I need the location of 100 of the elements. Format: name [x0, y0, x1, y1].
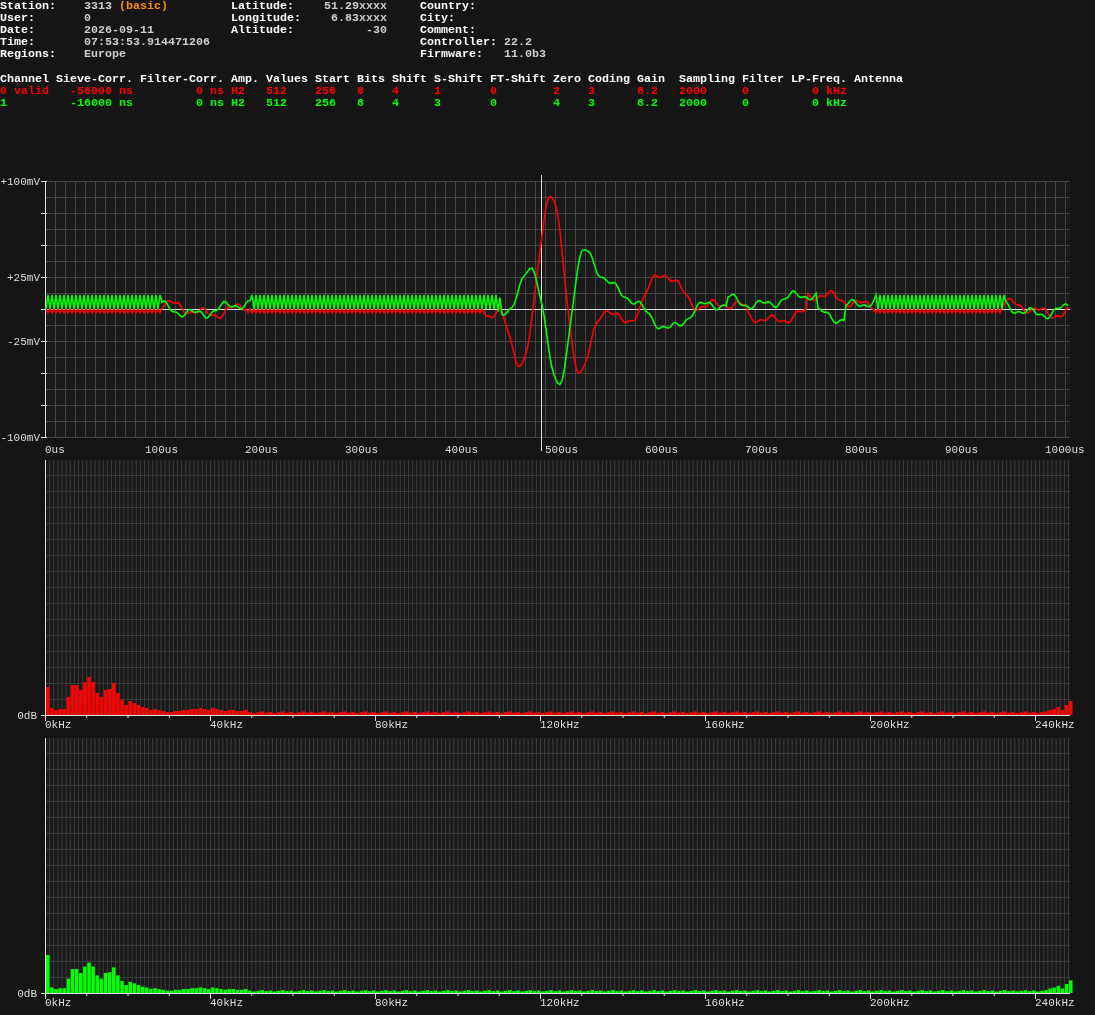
- table-cell-text: 8.2: [637, 97, 659, 109]
- table-cell-text: 2000: [679, 97, 708, 109]
- table-cell-text: 0 ns: [195, 85, 224, 97]
- field-label: Longitude:: [231, 12, 302, 24]
- table-cell-text: H2: [231, 97, 246, 109]
- column-header: Sampling: [679, 73, 736, 85]
- table-cell-text: 1: [434, 85, 442, 97]
- axis-label: 80kHz: [375, 997, 408, 1009]
- field-value: 6.83xxxx: [330, 12, 387, 24]
- column-header: Channel: [0, 73, 50, 85]
- field-label: Regions:: [0, 48, 57, 60]
- axis-label: 0us: [45, 444, 65, 456]
- field-label: Latitude:: [231, 0, 295, 12]
- column-header: Coding: [588, 73, 631, 85]
- field-label: Comment:: [420, 24, 477, 36]
- field-value: 07:53:53.914471206: [84, 36, 210, 48]
- table-cell-text: 0 kHz: [811, 97, 847, 109]
- axis-label: 40kHz: [210, 997, 243, 1009]
- table-cell-text: 0 valid: [0, 85, 50, 97]
- axis-label: 80kHz: [375, 719, 408, 731]
- axis-label: -25mV: [7, 336, 40, 348]
- table-cell-text: 256: [315, 85, 337, 97]
- axis-label: 0dB: [17, 710, 37, 722]
- axis-label: 600us: [645, 444, 678, 456]
- table-cell-text: 4: [553, 97, 561, 109]
- axis-label: 0kHz: [45, 719, 72, 731]
- table-cell-text: 256: [315, 97, 337, 109]
- table-cell-text: H2: [231, 85, 246, 97]
- column-header: Start: [315, 73, 351, 85]
- table-cell-text: 8.2: [637, 85, 659, 97]
- field-label: Date:: [0, 24, 36, 36]
- table-cell-text: 0: [742, 85, 750, 97]
- field-value: 51.29xxxx: [323, 0, 387, 12]
- table-cell-text: 8: [357, 97, 365, 109]
- field-label: Station:: [0, 0, 57, 12]
- table-cell-text: 8: [357, 85, 365, 97]
- column-header: FT-Shift: [490, 73, 547, 85]
- axis-label: 0kHz: [45, 997, 72, 1009]
- table-cell-text: 0: [742, 97, 750, 109]
- column-header: Amp.: [231, 73, 260, 85]
- table-cell-text: 4: [392, 85, 400, 97]
- axis-label: 0dB: [17, 988, 37, 1000]
- axis-label: 240kHz: [1035, 997, 1075, 1009]
- field-label: Time:: [0, 36, 36, 48]
- table-cell-text: -56000 ns: [69, 85, 133, 97]
- axis-label: 500us: [545, 444, 578, 456]
- axis-label: 40kHz: [210, 719, 243, 731]
- axis-label: +25mV: [7, 272, 40, 284]
- axis-label: 1000us: [1045, 444, 1085, 456]
- axis-label: 240kHz: [1035, 719, 1075, 731]
- table-cell-text: 0: [490, 97, 498, 109]
- field-value: -30: [365, 24, 387, 36]
- table-cell-text: 0: [490, 85, 498, 97]
- table-cell-text: 1: [0, 97, 8, 109]
- axis-label: 200kHz: [870, 997, 910, 1009]
- field-label: Firmware:: [420, 48, 484, 60]
- axis-label: 300us: [345, 444, 378, 456]
- field-label: User:: [0, 12, 36, 24]
- field-value: 0: [84, 12, 91, 24]
- axis-label: 160kHz: [705, 719, 745, 731]
- field-value: 11.0b3: [504, 48, 546, 60]
- station-type: (basic): [119, 0, 168, 12]
- table-cell-text: 4: [392, 97, 400, 109]
- column-header: Zero: [553, 73, 582, 85]
- axis-label: +100mV: [0, 176, 40, 188]
- table-cell-text: 512: [266, 85, 288, 97]
- axis-label: 120kHz: [540, 997, 580, 1009]
- table-cell-text: 512: [266, 97, 288, 109]
- table-cell-text: 0 kHz: [811, 85, 847, 97]
- axis-label: 400us: [445, 444, 478, 456]
- table-cell-text: 0 ns: [195, 97, 224, 109]
- field-value: Europe: [84, 48, 126, 60]
- field-label: Controller:: [420, 36, 498, 48]
- field-value: 3313: [84, 0, 112, 12]
- field-label: Altitude:: [231, 24, 295, 36]
- axis-label: 100us: [145, 444, 178, 456]
- field-value: 2026-09-11: [84, 24, 154, 36]
- table-cell-text: 2000: [679, 85, 708, 97]
- axis-label: 900us: [945, 444, 978, 456]
- column-header: Antenna: [854, 73, 904, 85]
- axis-label: 700us: [745, 444, 778, 456]
- column-header: LP-Freq.: [791, 73, 848, 85]
- axis-label: 160kHz: [705, 997, 745, 1009]
- axis-label: 120kHz: [540, 719, 580, 731]
- field-value: 22.2: [504, 36, 532, 48]
- axis-label: 200kHz: [870, 719, 910, 731]
- table-cell-text: 2: [553, 85, 561, 97]
- table-cell-text: 3: [588, 97, 596, 109]
- axis-label: -100mV: [0, 432, 40, 444]
- axis-label: 200us: [245, 444, 278, 456]
- column-header: Shift: [392, 73, 428, 85]
- field-label: City:: [420, 12, 456, 24]
- axis-label: 800us: [845, 444, 878, 456]
- column-header: Values: [266, 73, 309, 85]
- column-header: Sieve-Corr.: [56, 73, 134, 85]
- table-cell-text: 3: [434, 97, 442, 109]
- column-header: S-Shift: [434, 73, 484, 85]
- column-header: Filter: [742, 73, 785, 85]
- field-label: Country:: [420, 0, 477, 12]
- table-cell-text: 3: [588, 85, 596, 97]
